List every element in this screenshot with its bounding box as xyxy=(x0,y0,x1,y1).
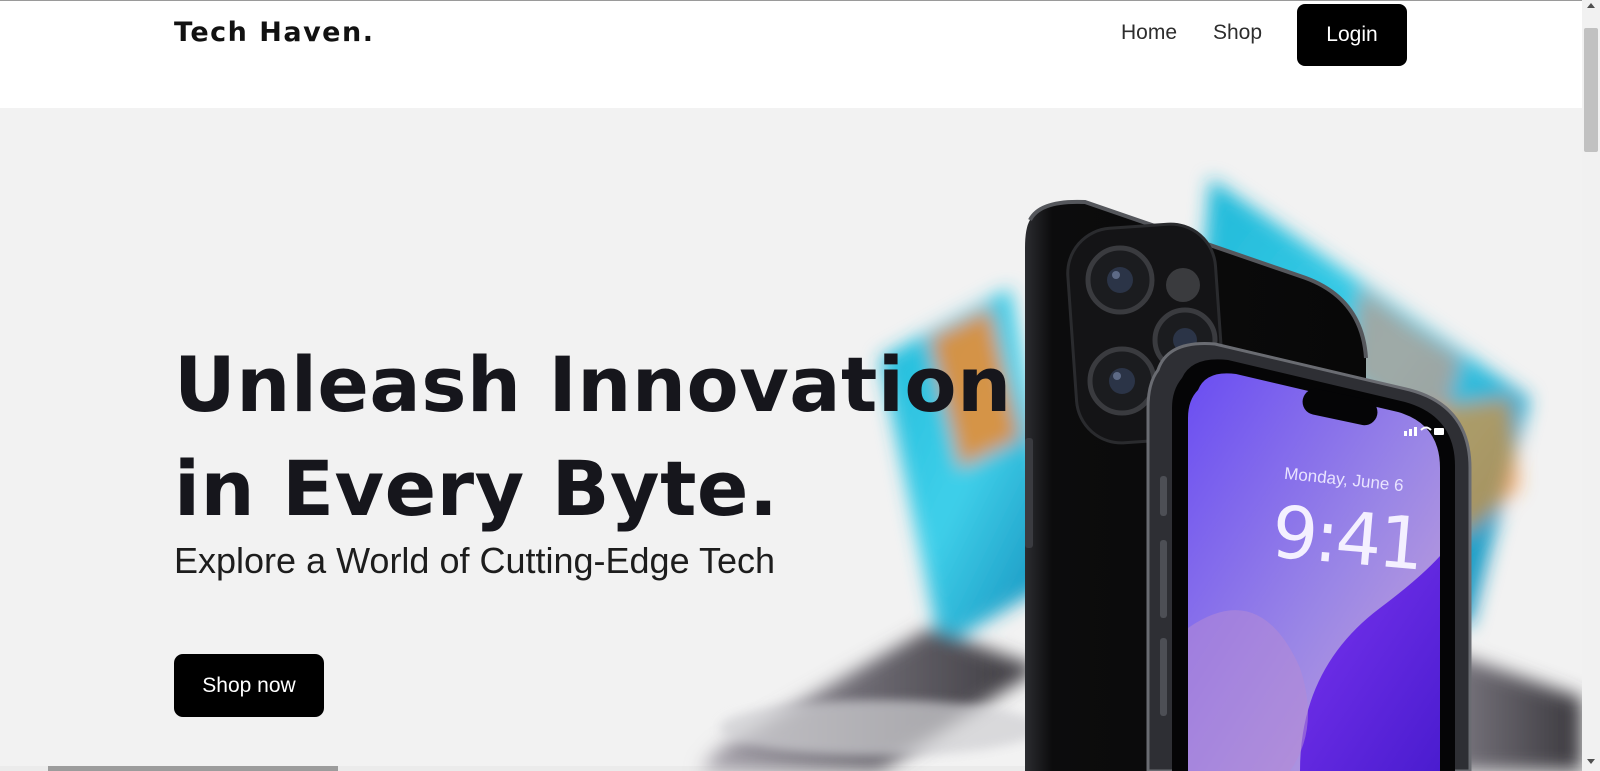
vertical-scrollbar[interactable] xyxy=(1582,0,1600,771)
hero-headline: Unleash Innovation in Every Byte. xyxy=(174,333,1012,541)
site-header: Tech Haven. Home Shop Login xyxy=(0,1,1582,108)
hero-section: Monday, June 6 9:41 Unleash Innovation i… xyxy=(0,108,1582,771)
login-button[interactable]: Login xyxy=(1297,4,1407,66)
hero-headline-line2: in Every Byte. xyxy=(174,444,779,533)
scroll-up-arrow-icon[interactable] xyxy=(1587,3,1595,8)
scrollbar-thumb[interactable] xyxy=(1584,28,1598,152)
nav-link-shop[interactable]: Shop xyxy=(1213,21,1262,45)
hero-headline-line1: Unleash Innovation xyxy=(174,340,1012,429)
shop-now-button[interactable]: Shop now xyxy=(174,654,324,717)
phone-lock-time: 9:41 xyxy=(1268,489,1426,587)
brand-logo[interactable]: Tech Haven. xyxy=(174,17,374,48)
hero-subtitle: Explore a World of Cutting-Edge Tech xyxy=(174,540,775,581)
nav-link-home[interactable]: Home xyxy=(1121,21,1177,45)
scroll-down-arrow-icon[interactable] xyxy=(1587,759,1595,764)
